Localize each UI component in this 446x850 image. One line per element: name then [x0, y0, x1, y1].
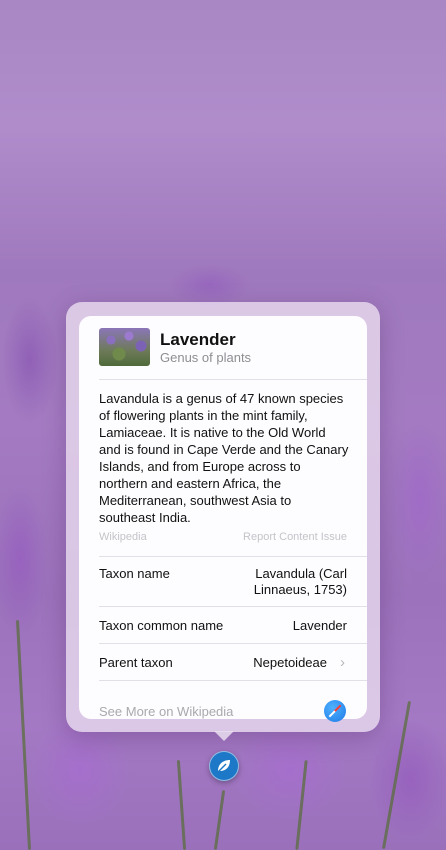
lavender-thumbnail[interactable] [99, 328, 150, 366]
card-content: Lavender Genus of plants Lavandula is a … [79, 316, 367, 722]
row-label: Taxon name [99, 566, 170, 581]
card-pointer [214, 731, 234, 741]
card-header: Lavender Genus of plants [99, 328, 359, 368]
row-value-line: Linnaeus, 1753) [253, 582, 347, 597]
info-row-taxon-name: Taxon name Lavandula (Carl Linnaeus, 175… [99, 566, 347, 600]
visual-lookup-card: Lavender Genus of plants Lavandula is a … [66, 302, 380, 732]
leaf-icon [217, 760, 230, 773]
background-photo: Lavender Genus of plants Lavandula is a … [0, 0, 446, 850]
plant-stem [381, 700, 412, 850]
divider [99, 379, 367, 380]
row-value: Lavandula (Carl Linnaeus, 1753) [254, 566, 347, 598]
see-more-link[interactable]: See More on Wikipedia [99, 704, 233, 719]
safari-compass-icon[interactable] [324, 700, 346, 722]
info-row-parent-taxon[interactable]: Parent taxon Nepetoideae › [99, 655, 347, 673]
description-text: Lavandula is a genus of 47 known species… [99, 391, 349, 525]
plant-stem [176, 760, 187, 850]
row-value: Lavender [292, 618, 347, 633]
divider [99, 680, 367, 681]
page-title: Lavender [160, 330, 236, 349]
info-row-common-name: Taxon common name Lavender [99, 618, 347, 636]
chevron-right-icon: › [340, 654, 345, 671]
visual-lookup-button[interactable] [209, 751, 239, 781]
plant-stem [295, 760, 308, 850]
divider [99, 643, 367, 644]
report-content-issue-link[interactable]: Report Content Issue [243, 531, 347, 543]
row-label: Parent taxon [99, 655, 173, 670]
divider [99, 606, 367, 607]
plant-stem [213, 790, 226, 850]
divider [99, 556, 367, 557]
compass-needle [328, 704, 342, 718]
source-row: Wikipedia Report Content Issue [99, 531, 347, 547]
row-label: Taxon common name [99, 618, 224, 633]
page-subtitle: Genus of plants [160, 350, 252, 365]
source-link[interactable]: Wikipedia [99, 531, 147, 543]
row-value: Nepetoideae [253, 655, 327, 670]
plant-stem [15, 620, 32, 850]
row-value-line: Lavandula (Carl [255, 566, 347, 581]
